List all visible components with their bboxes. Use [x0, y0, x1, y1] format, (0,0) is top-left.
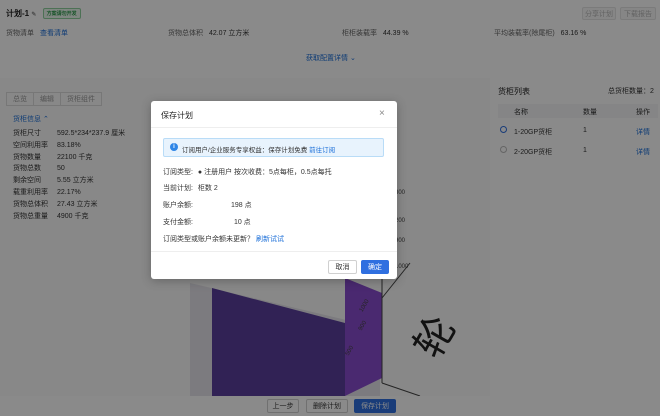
save-plan-dialog: 保存计划 × i 订阅用户/企业服务专享权益：保存计划免费 前往订阅 订阅类型:…: [151, 101, 397, 279]
current-plan-label: 当前计划:: [163, 185, 193, 192]
subscription-type-row: 订阅类型: ● 注册用户 按次收费：5点每柜，0.5点每托: [163, 167, 332, 177]
payment-label: 支付金额:: [163, 219, 193, 226]
subscription-type-value: ● 注册用户 按次收费：5点每柜，0.5点每托: [197, 169, 332, 176]
info-icon: i: [170, 143, 178, 151]
notice-text: 订阅用户/企业服务专享权益：保存计划免费: [182, 147, 308, 154]
balance-value: 198 点: [230, 202, 252, 209]
dialog-title: 保存计划: [161, 111, 193, 120]
cancel-button[interactable]: 取消: [328, 260, 357, 274]
balance-row: 账户余额: 198 点: [163, 200, 252, 210]
update-hint-text: 订阅类型或账户余额未更新？: [163, 236, 254, 243]
balance-label: 账户余额:: [163, 202, 193, 209]
refresh-row: 订阅类型或账户余额未更新？ 刷新试试: [163, 234, 284, 244]
close-icon[interactable]: ×: [379, 108, 385, 119]
refresh-link[interactable]: 刷新试试: [256, 236, 284, 243]
confirm-button[interactable]: 确定: [361, 260, 389, 274]
payment-row: 支付金额: 10 点: [163, 217, 251, 227]
subscribe-link[interactable]: 前往订阅: [309, 147, 335, 154]
current-plan-value: 柜数 2: [197, 185, 218, 192]
payment-value: 10 点: [233, 219, 251, 226]
divider: [151, 251, 397, 252]
notice-text-wrap: 订阅用户/企业服务专享权益：保存计划免费 前往订阅: [182, 144, 335, 154]
divider: [151, 127, 397, 128]
subscription-notice: i 订阅用户/企业服务专享权益：保存计划免费 前往订阅: [163, 138, 384, 157]
current-plan-row: 当前计划: 柜数 2: [163, 183, 218, 193]
subscription-type-label: 订阅类型:: [163, 169, 193, 176]
